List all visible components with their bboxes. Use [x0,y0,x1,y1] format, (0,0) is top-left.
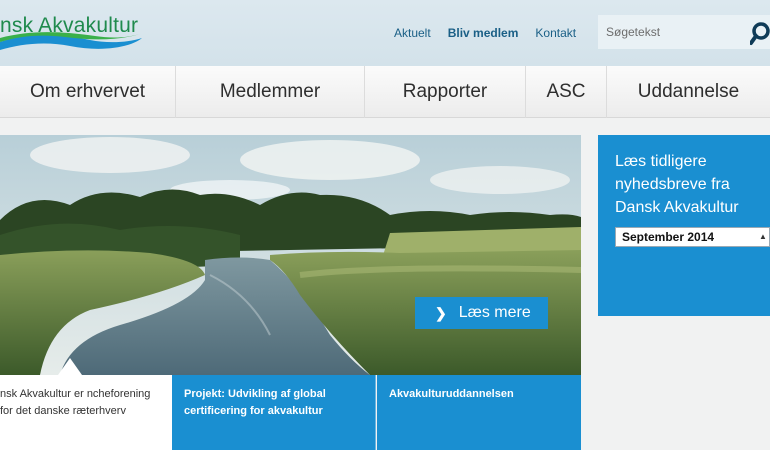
select-arrows-icon: ▲ [759,232,767,241]
search-input[interactable] [598,15,738,49]
nav-om-erhvervet[interactable]: Om erhvervet [0,66,176,118]
tile-about-text: nsk Akvakultur er ncheforening for det d… [0,388,151,417]
newsletter-title: Læs tidligere nyhedsbreve fra Dansk Akva… [615,153,739,216]
nav-asc[interactable]: ASC [526,66,607,118]
read-more-label: Læs mere [458,304,531,321]
chevron-right-icon: ❯ [435,304,447,321]
hero-image[interactable] [0,135,581,375]
tile-education[interactable]: Akvakulturuddannelsen [377,375,581,450]
river-landscape-image [0,135,581,375]
nav-rapporter[interactable]: Rapporter [365,66,526,118]
top-navigation: Aktuelt Bliv medlem Kontakt [394,26,593,40]
active-tile-pointer [58,358,82,375]
tile-project-text: Projekt: Udvikling af global certificeri… [184,388,326,417]
nav-uddannelse[interactable]: Uddannelse [607,66,770,118]
tile-project-certification[interactable]: Projekt: Udvikling af global certificeri… [172,375,376,450]
newsletter-selected-value: September 2014 [622,230,715,244]
topnav-bliv-medlem[interactable]: Bliv medlem [448,26,519,40]
newsletter-month-select[interactable]: September 2014 ▲ [615,227,770,247]
nav-medlemmer[interactable]: Medlemmer [176,66,365,118]
search-icon[interactable] [750,22,770,46]
site-header: nsk Akvakultur Aktuelt Bliv medlem Konta… [0,0,770,66]
read-more-button[interactable]: ❯ Læs mere [415,297,548,329]
tile-about[interactable]: nsk Akvakultur er ncheforening for det d… [0,375,172,450]
newsletter-archive-box: Læs tidligere nyhedsbreve fra Dansk Akva… [598,135,770,316]
main-navigation: Om erhvervet Medlemmer Rapporter ASC Udd… [0,66,770,118]
topnav-kontakt[interactable]: Kontakt [535,26,576,40]
site-logo[interactable]: nsk Akvakultur [0,6,150,56]
tile-education-text: Akvakulturuddannelsen [389,388,514,400]
search-box [598,15,770,49]
topnav-aktuelt[interactable]: Aktuelt [394,26,431,40]
logo-wave-icon [0,32,142,50]
